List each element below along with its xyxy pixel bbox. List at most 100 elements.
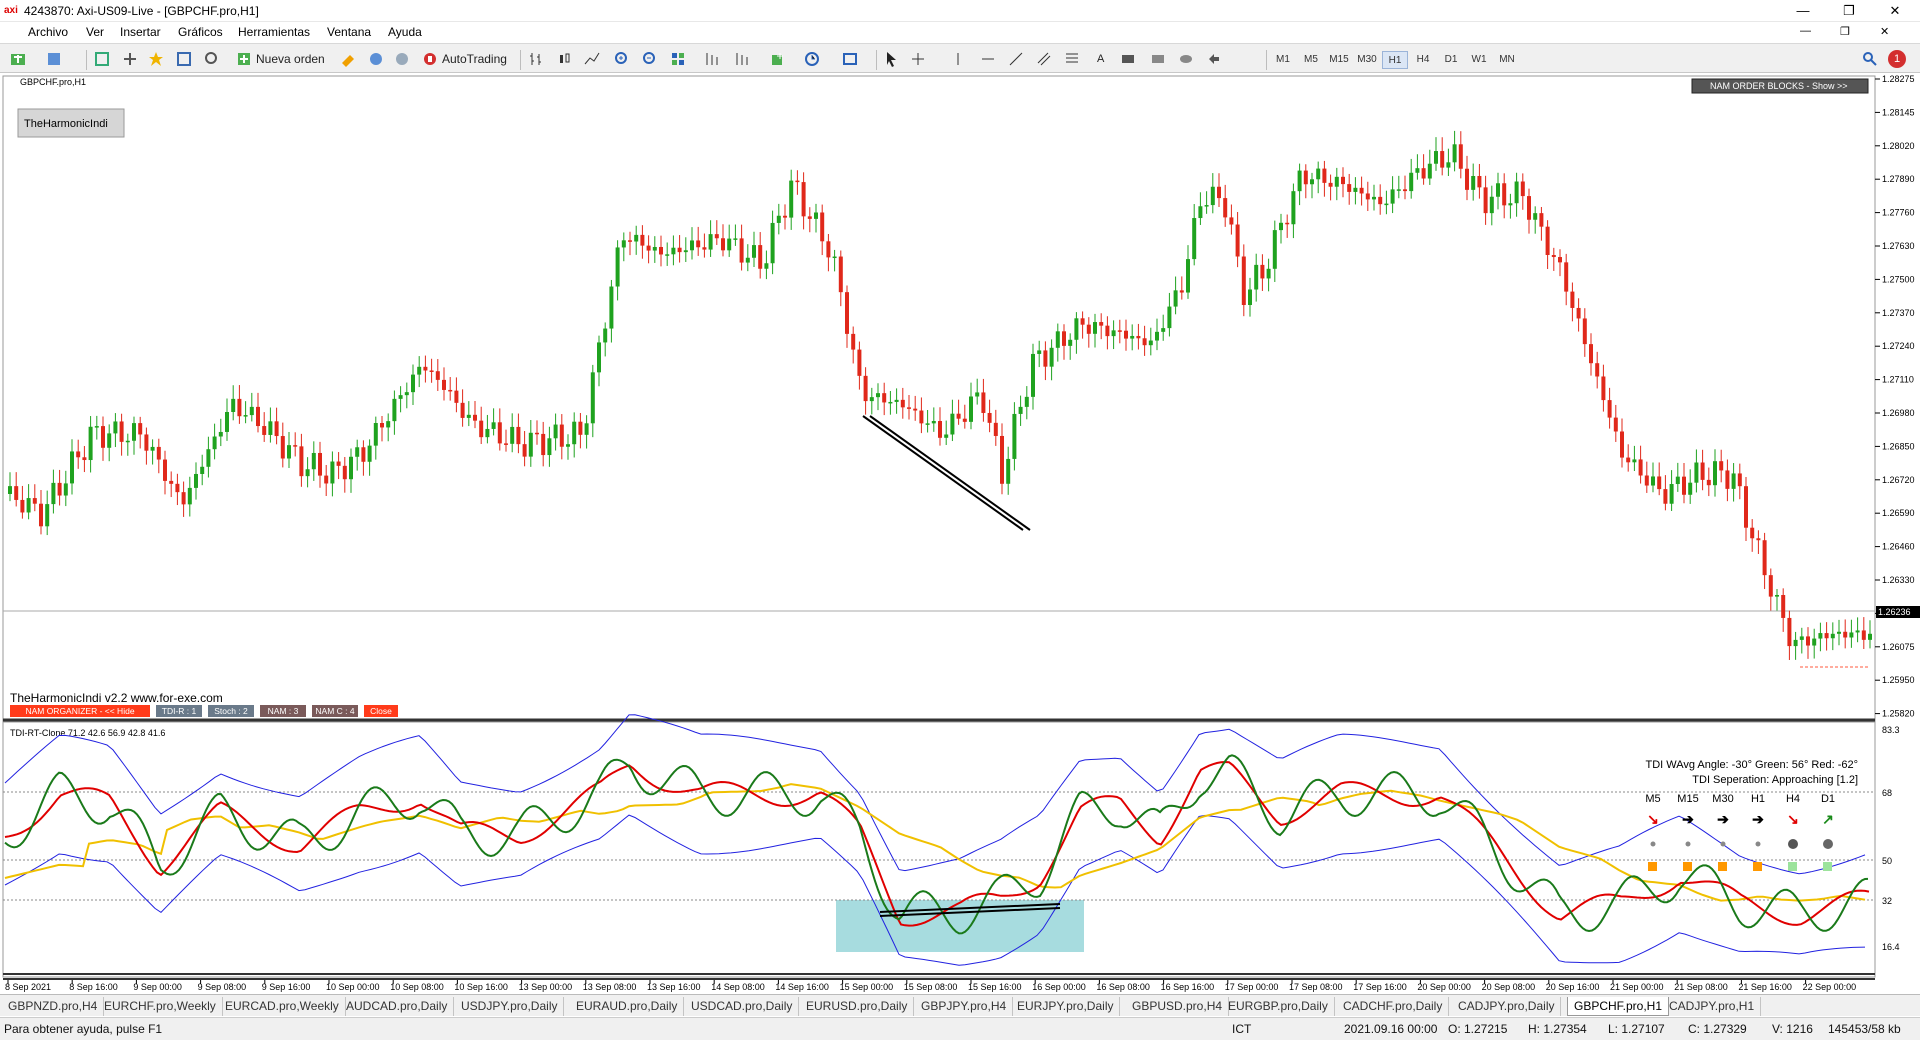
menu-ayuda[interactable]: Ayuda [388, 25, 422, 39]
timeframe-w1[interactable]: W1 [1466, 51, 1492, 69]
chart-tab[interactable]: USDCAD.pro,Daily [685, 997, 800, 1016]
new-chart-icon[interactable] [10, 51, 26, 67]
mtf-dot [1650, 841, 1656, 847]
channel-icon[interactable] [1036, 51, 1052, 67]
rectangle-icon[interactable] [1150, 51, 1166, 67]
autotrading-icon[interactable] [422, 51, 438, 67]
toolbar-separator [1266, 50, 1267, 70]
chart-tab[interactable]: USDJPY.pro,Daily [455, 997, 565, 1016]
cursor-icon[interactable] [884, 51, 900, 67]
menu-close-icon[interactable]: ✕ [1880, 25, 1889, 38]
menu-insertar[interactable]: Insertar [120, 25, 161, 39]
menu-graficos[interactable]: Gráficos [178, 25, 223, 39]
horizontal-line-icon[interactable] [980, 51, 996, 67]
navigator-icon[interactable] [148, 51, 164, 67]
chart-tab[interactable]: AUDCAD.pro,Daily [340, 997, 455, 1016]
chart-canvas[interactable]: 1.28275 1.28145 1.28020 1.27890 1.27760 1.276… [0, 74, 1920, 994]
chart-tab[interactable]: GBPNZD.pro,H4 [2, 997, 105, 1016]
arrows-icon[interactable] [1206, 51, 1222, 67]
chart-tab[interactable]: EURGBP.pro,Daily [1222, 997, 1335, 1016]
timeframe-mn[interactable]: MN [1494, 51, 1520, 69]
menu-herramientas[interactable]: Herramientas [238, 25, 310, 39]
trendline-icon[interactable] [1008, 51, 1024, 67]
timeframe-m15[interactable]: M15 [1326, 51, 1352, 69]
menu-restore-icon[interactable]: ❐ [1840, 25, 1850, 38]
indicators-icon[interactable] [770, 51, 786, 67]
chart-tab[interactable]: EURAUD.pro,Daily [570, 997, 685, 1016]
timeframe-d1[interactable]: D1 [1438, 51, 1464, 69]
timeframe-h4[interactable]: H4 [1410, 51, 1436, 69]
timeframe-m5[interactable]: M5 [1298, 51, 1324, 69]
chart-tab[interactable]: CADJPY.pro,H1 [1663, 997, 1762, 1016]
text-tool-icon[interactable]: A [1097, 49, 1104, 69]
mtf-square [1788, 862, 1797, 871]
fibonacci-icon[interactable] [1064, 51, 1080, 67]
chart-tab[interactable]: EURJPY.pro,Daily [1011, 997, 1121, 1016]
autotrading-button[interactable]: AutoTrading [442, 49, 507, 69]
chart-tab[interactable]: EURUSD.pro,Daily [800, 997, 915, 1016]
chart-tab[interactable]: GBPJPY.pro,H4 [915, 997, 1014, 1016]
time-tick: 13 Sep 16:00 [647, 982, 701, 992]
vertical-line-icon[interactable] [950, 51, 966, 67]
menu-ver[interactable]: Ver [86, 25, 104, 39]
label-icon[interactable] [1120, 51, 1136, 67]
minimize-icon[interactable]: — [1780, 0, 1826, 22]
search-icon[interactable] [1862, 51, 1878, 67]
terminal-icon[interactable] [176, 51, 192, 67]
tester-icon[interactable] [204, 51, 220, 67]
time-tick: 9 Sep 08:00 [198, 982, 247, 992]
time-tick: 13 Sep 00:00 [519, 982, 573, 992]
nam-button-label: NAM ORGANIZER - << Hide [25, 706, 134, 716]
chart-shift-icon[interactable] [704, 51, 720, 67]
close-icon[interactable]: ✕ [1872, 0, 1918, 22]
time-tick: 10 Sep 16:00 [454, 982, 508, 992]
status-time: 2021.09.16 00:00 [1344, 1022, 1438, 1036]
menu-minimize-icon[interactable]: — [1800, 25, 1811, 37]
ellipse-icon[interactable] [1178, 51, 1194, 67]
time-tick: 20 Sep 08:00 [1482, 982, 1536, 992]
data-window-icon[interactable] [122, 51, 138, 67]
crosshair-icon[interactable] [910, 51, 926, 67]
market-watch-icon[interactable] [94, 51, 110, 67]
chart-tab[interactable]: CADCHF.pro,Daily [1337, 997, 1450, 1016]
chart-tab[interactable]: CADJPY.pro,Daily [1452, 997, 1562, 1016]
time-tick: 20 Sep 00:00 [1417, 982, 1471, 992]
new-order-button[interactable]: Nueva orden [256, 49, 325, 69]
chart-window[interactable]: 1.28275 1.28145 1.28020 1.27890 1.27760 1.276… [0, 74, 1920, 994]
menu-archivo[interactable]: Archivo [28, 25, 68, 39]
profiles-icon[interactable] [46, 51, 62, 67]
chart-tab[interactable]: EURCHF.pro,Weekly [98, 997, 223, 1016]
timeframe-h1[interactable]: H1 [1382, 51, 1408, 69]
bar-chart-icon[interactable] [528, 51, 544, 67]
templates-icon[interactable] [842, 51, 858, 67]
tile-windows-icon[interactable] [670, 51, 686, 67]
status-open: O: 1.27215 [1448, 1022, 1508, 1036]
periods-icon[interactable] [804, 51, 820, 67]
autoscroll-icon[interactable] [734, 51, 750, 67]
candlestick-icon[interactable] [556, 51, 572, 67]
tdi-level-tick: 68 [1882, 788, 1892, 798]
line-chart-icon[interactable] [584, 51, 600, 67]
timeframe-m1[interactable]: M1 [1270, 51, 1296, 69]
chart-tab[interactable]: EURCAD.pro,Weekly [219, 997, 346, 1016]
new-order-icon[interactable] [236, 51, 252, 67]
notification-badge[interactable]: 1 [1888, 50, 1906, 68]
mtf-square [1753, 862, 1762, 871]
zoom-out-icon[interactable] [642, 51, 658, 67]
metaeditor-icon[interactable] [340, 51, 356, 67]
market-icon[interactable] [368, 51, 384, 67]
time-tick: 8 Sep 16:00 [69, 982, 118, 992]
menu-ventana[interactable]: Ventana [327, 25, 371, 39]
zoom-in-icon[interactable] [614, 51, 630, 67]
time-tick: 15 Sep 08:00 [904, 982, 958, 992]
time-tick: 21 Sep 00:00 [1610, 982, 1664, 992]
mtf-arrow-icon: ➔ [1717, 811, 1729, 827]
time-tick: 20 Sep 16:00 [1546, 982, 1600, 992]
signals-icon[interactable] [394, 51, 410, 67]
chart-tab[interactable]: GBPCHF.pro,H1 [1567, 997, 1670, 1016]
chart-tab[interactable]: GBPUSD.pro,H4 [1126, 997, 1230, 1016]
price-tick: 1.27110 [1882, 375, 1914, 385]
time-tick: 16 Sep 16:00 [1161, 982, 1215, 992]
timeframe-m30[interactable]: M30 [1354, 51, 1380, 69]
restore-icon[interactable]: ❐ [1826, 0, 1872, 22]
